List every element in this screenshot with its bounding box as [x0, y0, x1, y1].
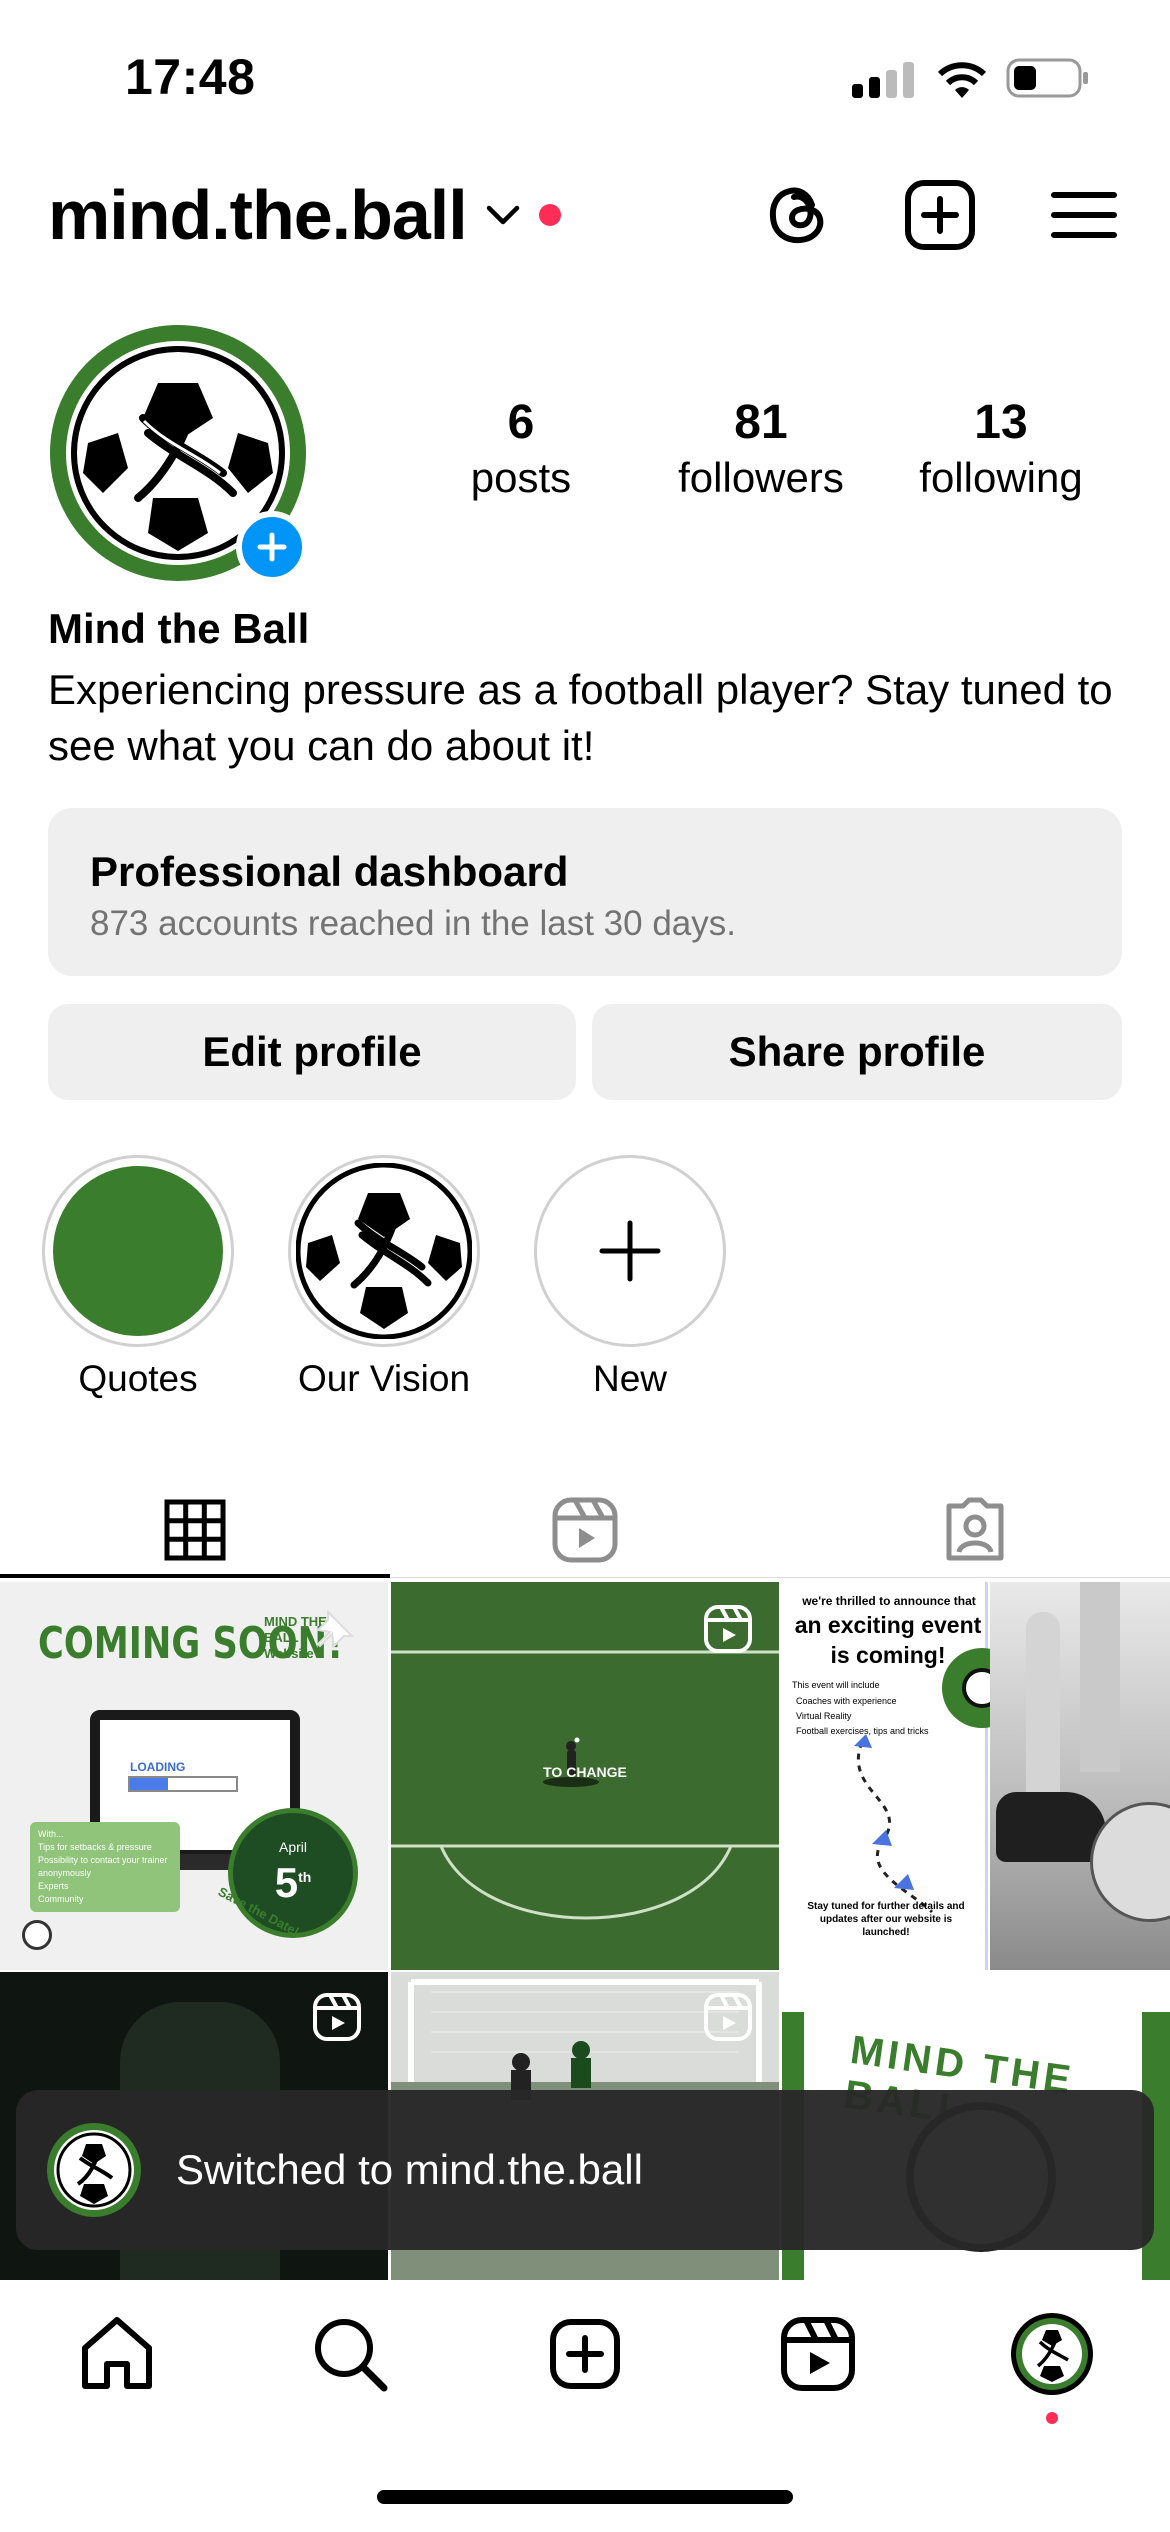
profile-notification-dot — [1046, 2412, 1058, 2424]
followers-label: followers — [678, 454, 844, 501]
toast-text: Switched to mind.the.ball — [176, 2146, 643, 2193]
post-event[interactable]: we're thrilled to announce that an excit… — [782, 1582, 1170, 1970]
feature-item: Experts — [38, 1881, 69, 1891]
account-switcher[interactable]: mind.the.ball — [48, 175, 561, 255]
date-day: 5 — [274, 1859, 299, 1906]
event-item: Coaches with experience — [796, 1696, 897, 1706]
grid-icon — [164, 1499, 226, 1561]
profile-bio: Experiencing pressure as a football play… — [48, 666, 1113, 769]
new-post-icon[interactable] — [543, 2312, 627, 2396]
add-story-icon[interactable] — [236, 511, 308, 583]
cellular-signal-icon — [852, 62, 916, 98]
event-panel: we're thrilled to announce that an excit… — [782, 1582, 988, 1970]
post-reel-pitch[interactable]: TO CHANGE — [391, 1582, 779, 1970]
feature-list-title: With... — [38, 1829, 64, 1839]
loading-text: LOADING — [130, 1760, 186, 1774]
reels-icon — [552, 1497, 618, 1563]
event-footer: Stay tuned for further details and updat… — [807, 1901, 965, 1938]
feature-item: Community — [38, 1894, 84, 1904]
reel-badge-icon — [312, 1992, 362, 2047]
chevron-down-icon — [486, 205, 519, 225]
posts-count: 6 — [507, 396, 535, 449]
toast-avatar — [47, 2123, 141, 2217]
highlight-cover — [53, 1166, 223, 1336]
feature-item: Possibility to contact your trainer anon… — [38, 1855, 168, 1878]
loading-bar — [128, 1776, 238, 1792]
home-indicator — [377, 2490, 793, 2504]
tab-posts-grid[interactable] — [0, 1480, 390, 1580]
wifi-icon — [936, 60, 988, 100]
following-count: 13 — [974, 396, 1028, 449]
highlight-new[interactable] — [534, 1155, 726, 1347]
share-profile-button[interactable]: Share profile — [592, 1004, 1122, 1100]
reel-badge-icon — [703, 1992, 753, 2047]
highlight-quotes[interactable] — [42, 1155, 234, 1347]
reel-badge-icon — [703, 1604, 753, 1659]
notification-dot — [538, 204, 561, 226]
followers-count: 81 — [734, 396, 788, 449]
highlight-label: Our Vision — [297, 1358, 471, 1399]
reels-nav-icon[interactable] — [776, 2312, 860, 2396]
date-suffix: th — [298, 1869, 312, 1885]
tab-tagged[interactable] — [780, 1480, 1170, 1580]
date-month: April — [278, 1839, 307, 1855]
plus-icon — [599, 1220, 661, 1282]
tagged-icon — [946, 1497, 1004, 1561]
home-icon[interactable] — [75, 2312, 159, 2396]
football-hands-logo — [296, 1163, 472, 1339]
edit-profile-button[interactable]: Edit profile — [48, 1004, 576, 1100]
profile-nav-avatar[interactable] — [1010, 2312, 1094, 2396]
create-post-icon[interactable] — [900, 175, 980, 255]
menu-icon[interactable] — [1044, 175, 1124, 255]
status-time: 17:48 — [125, 49, 256, 105]
highlight-our-vision[interactable] — [288, 1155, 480, 1347]
dashboard-subtitle: 873 accounts reached in the last 30 days… — [90, 904, 736, 943]
search-icon[interactable] — [308, 2312, 392, 2396]
profile-avatar[interactable] — [48, 323, 308, 583]
posts-label: posts — [470, 454, 572, 501]
small-logo — [22, 1920, 52, 1950]
battery-icon — [1006, 56, 1090, 100]
following-label: following — [919, 454, 1083, 501]
posts-stat[interactable]: 6 posts — [406, 395, 636, 502]
account-switched-toast: Switched to mind.the.ball — [16, 2090, 1154, 2250]
feature-item: Tips for setbacks & pressure — [38, 1842, 152, 1852]
post-coming-soon[interactable]: COMING SOON! MIND THE BALL Website LOADI… — [0, 1582, 388, 1970]
cleat-photo — [990, 1582, 1170, 1970]
highlight-label: Quotes — [78, 1358, 198, 1399]
following-stat[interactable]: 13 following — [886, 395, 1116, 502]
professional-dashboard[interactable]: Professional dashboard 873 accounts reac… — [48, 808, 1122, 976]
active-tab-indicator — [0, 1574, 390, 1578]
threads-icon[interactable] — [758, 175, 838, 255]
event-intro: This event will include — [792, 1680, 880, 1690]
event-line1: we're thrilled to announce that — [802, 1594, 976, 1608]
tab-reels[interactable] — [390, 1480, 780, 1580]
dashboard-title: Professional dashboard — [90, 848, 569, 895]
feature-list: With... Tips for setbacks & pressure Pos… — [30, 1822, 180, 1912]
date-badge: April 5th — [228, 1808, 358, 1938]
highlight-label: New — [592, 1358, 668, 1399]
header-username: mind.the.ball — [48, 176, 468, 254]
event-line2: an exciting event — [794, 1612, 982, 1638]
followers-stat[interactable]: 81 followers — [646, 395, 876, 502]
event-item: Virtual Reality — [796, 1711, 852, 1721]
post-caption: TO CHANGE — [543, 1764, 627, 1780]
pin-icon — [310, 1604, 360, 1659]
profile-name: Mind the Ball — [48, 605, 310, 652]
